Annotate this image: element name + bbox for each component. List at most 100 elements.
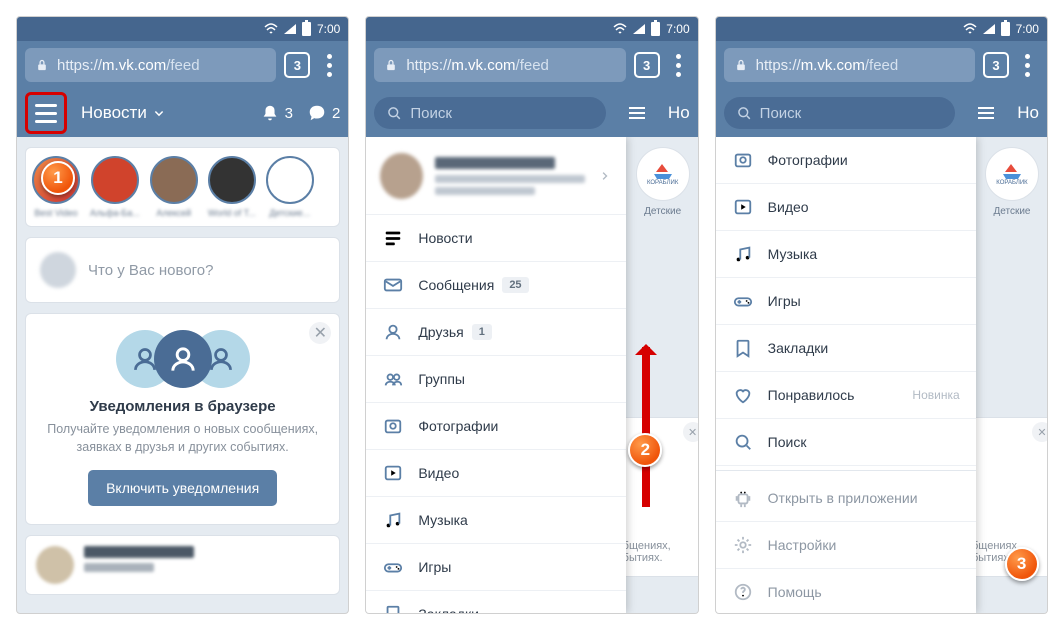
tab-count-box[interactable]: 3: [983, 52, 1009, 78]
menu-item-label: Закладки: [768, 340, 829, 356]
signal-icon: [983, 24, 995, 34]
hamburger-button[interactable]: [32, 99, 60, 127]
menu-item-label: Новости: [418, 230, 472, 246]
avatar: [380, 153, 423, 199]
menu-profile-header[interactable]: [366, 137, 626, 215]
menu-item-label: Друзья: [418, 324, 463, 340]
close-icon[interactable]: ✕: [683, 422, 698, 442]
url-bar[interactable]: https://m.vk.com/feed: [374, 48, 625, 82]
menu-item-bookmark[interactable]: Закладки: [716, 325, 976, 372]
menu-item-photo[interactable]: Фотографии: [366, 403, 626, 450]
annotation-arrow-up: [642, 347, 650, 507]
hamburger-icon[interactable]: [626, 102, 648, 124]
gear-icon: [732, 534, 754, 556]
menu-item-games[interactable]: Игры: [716, 278, 976, 325]
menu-item-gear[interactable]: Настройки: [716, 522, 976, 569]
bookmark-icon: [382, 603, 404, 613]
post-composer[interactable]: Что у Вас нового?: [25, 237, 340, 303]
callout-3: 3: [1005, 547, 1039, 581]
battery-icon: [651, 22, 660, 36]
hamburger-icon[interactable]: [975, 102, 997, 124]
search-input[interactable]: Поиск: [374, 97, 606, 129]
browser-chrome-bar: https://m.vk.com/feed 3: [17, 41, 348, 89]
menu-item-games[interactable]: Игры: [366, 544, 626, 591]
menu-item-photo[interactable]: Фотографии: [716, 137, 976, 184]
story-circle-korablik[interactable]: КОРАБЛИК: [636, 147, 690, 201]
menu-item-video[interactable]: Видео: [716, 184, 976, 231]
status-bar: 7:00: [366, 17, 697, 41]
menu-item-feed[interactable]: Новости: [366, 215, 626, 262]
close-icon[interactable]: ✕: [309, 322, 331, 344]
side-menu: Новости Сообщения 25 Друзья 1 Группы Фот…: [366, 137, 626, 613]
screenshot-phone-1: 7:00 https://m.vk.com/feed 3 Новости 3 2…: [16, 16, 349, 614]
notifications-button[interactable]: 3: [260, 103, 293, 123]
composer-placeholder: Что у Вас нового?: [88, 262, 325, 279]
tab-count-box[interactable]: 3: [284, 52, 310, 78]
close-icon[interactable]: ✕: [1032, 422, 1047, 442]
menu-item-label: Видео: [768, 199, 809, 215]
menu-item-label: Открыть в приложении: [768, 490, 918, 506]
menu-item-label: Видео: [418, 465, 459, 481]
lock-icon: [35, 57, 49, 73]
menu-item-label: Группы: [418, 371, 465, 387]
tab-count-box[interactable]: 3: [634, 52, 660, 78]
header-title-partial: Но: [1017, 103, 1039, 123]
wifi-icon: [613, 23, 627, 35]
menu-item-label: Музыка: [418, 512, 468, 528]
browser-menu-icon[interactable]: [1017, 54, 1039, 77]
clock: 7:00: [317, 22, 340, 36]
vk-header: Поиск Но: [366, 89, 697, 137]
menu-item-label: Игры: [768, 293, 801, 309]
menu-item-label: Игры: [418, 559, 451, 575]
menu-item-music[interactable]: Музыка: [366, 497, 626, 544]
menu-item-label: Сообщения: [418, 277, 494, 293]
messages-button[interactable]: 2: [307, 103, 340, 123]
side-menu: Фотографии Видео Музыка Игры Закладки По: [716, 137, 976, 613]
menu-item-music[interactable]: Музыка: [716, 231, 976, 278]
android-icon: [732, 487, 754, 509]
menu-separator: [716, 470, 976, 471]
menu-item-label: Поиск: [768, 434, 807, 450]
browser-menu-icon[interactable]: [318, 54, 340, 77]
search-input[interactable]: Поиск: [724, 97, 956, 129]
menu-item-android[interactable]: Открыть в приложении: [716, 475, 976, 522]
screenshot-phone-3: 7:00 https://m.vk.com/feed 3 Поиск Но КО…: [715, 16, 1048, 614]
feed-icon: [382, 227, 404, 249]
signal-icon: [633, 24, 645, 34]
menu-item-search[interactable]: Поиск: [716, 419, 976, 466]
video-icon: [382, 462, 404, 484]
help-icon: [732, 581, 754, 603]
menu-item-groups[interactable]: Группы: [366, 356, 626, 403]
feed-post-item[interactable]: [25, 535, 340, 595]
story-circle-korablik[interactable]: КОРАБЛИК: [985, 147, 1039, 201]
status-bar: 7:00: [17, 17, 348, 41]
vk-header: Новости 3 2: [17, 89, 348, 137]
menu-item-label: Музыка: [768, 246, 818, 262]
avatar: [36, 546, 74, 584]
menu-item-label: Фотографии: [418, 418, 498, 434]
menu-item-label: Понравилось: [768, 387, 855, 403]
menu-item-video[interactable]: Видео: [366, 450, 626, 497]
games-icon: [382, 556, 404, 578]
games-icon: [732, 290, 754, 312]
menu-item-bookmark[interactable]: Закладки: [366, 591, 626, 613]
browser-chrome-bar: https://m.vk.com/feed 3: [366, 41, 697, 89]
vk-header: Поиск Но: [716, 89, 1047, 137]
header-title[interactable]: Новости: [81, 103, 246, 123]
url-bar[interactable]: https://m.vk.com/feed: [25, 48, 276, 82]
music-icon: [382, 509, 404, 531]
url-bar[interactable]: https://m.vk.com/feed: [724, 48, 975, 82]
menu-item-label: Помощь: [768, 584, 822, 600]
like-icon: [732, 384, 754, 406]
video-icon: [732, 196, 754, 218]
menu-item-help[interactable]: Помощь: [716, 569, 976, 613]
screenshot-phone-2: 7:00 https://m.vk.com/feed 3 Поиск Но КО…: [365, 16, 698, 614]
menu-item-like[interactable]: Понравилось Новинка: [716, 372, 976, 419]
status-bar: 7:00: [716, 17, 1047, 41]
menu-item-badge: 25: [502, 277, 528, 293]
chevron-right-icon: [597, 168, 612, 184]
menu-item-msg[interactable]: Сообщения 25: [366, 262, 626, 309]
menu-item-friends[interactable]: Друзья 1: [366, 309, 626, 356]
enable-notifications-button[interactable]: Включить уведомления: [88, 470, 277, 506]
browser-menu-icon[interactable]: [668, 54, 690, 77]
